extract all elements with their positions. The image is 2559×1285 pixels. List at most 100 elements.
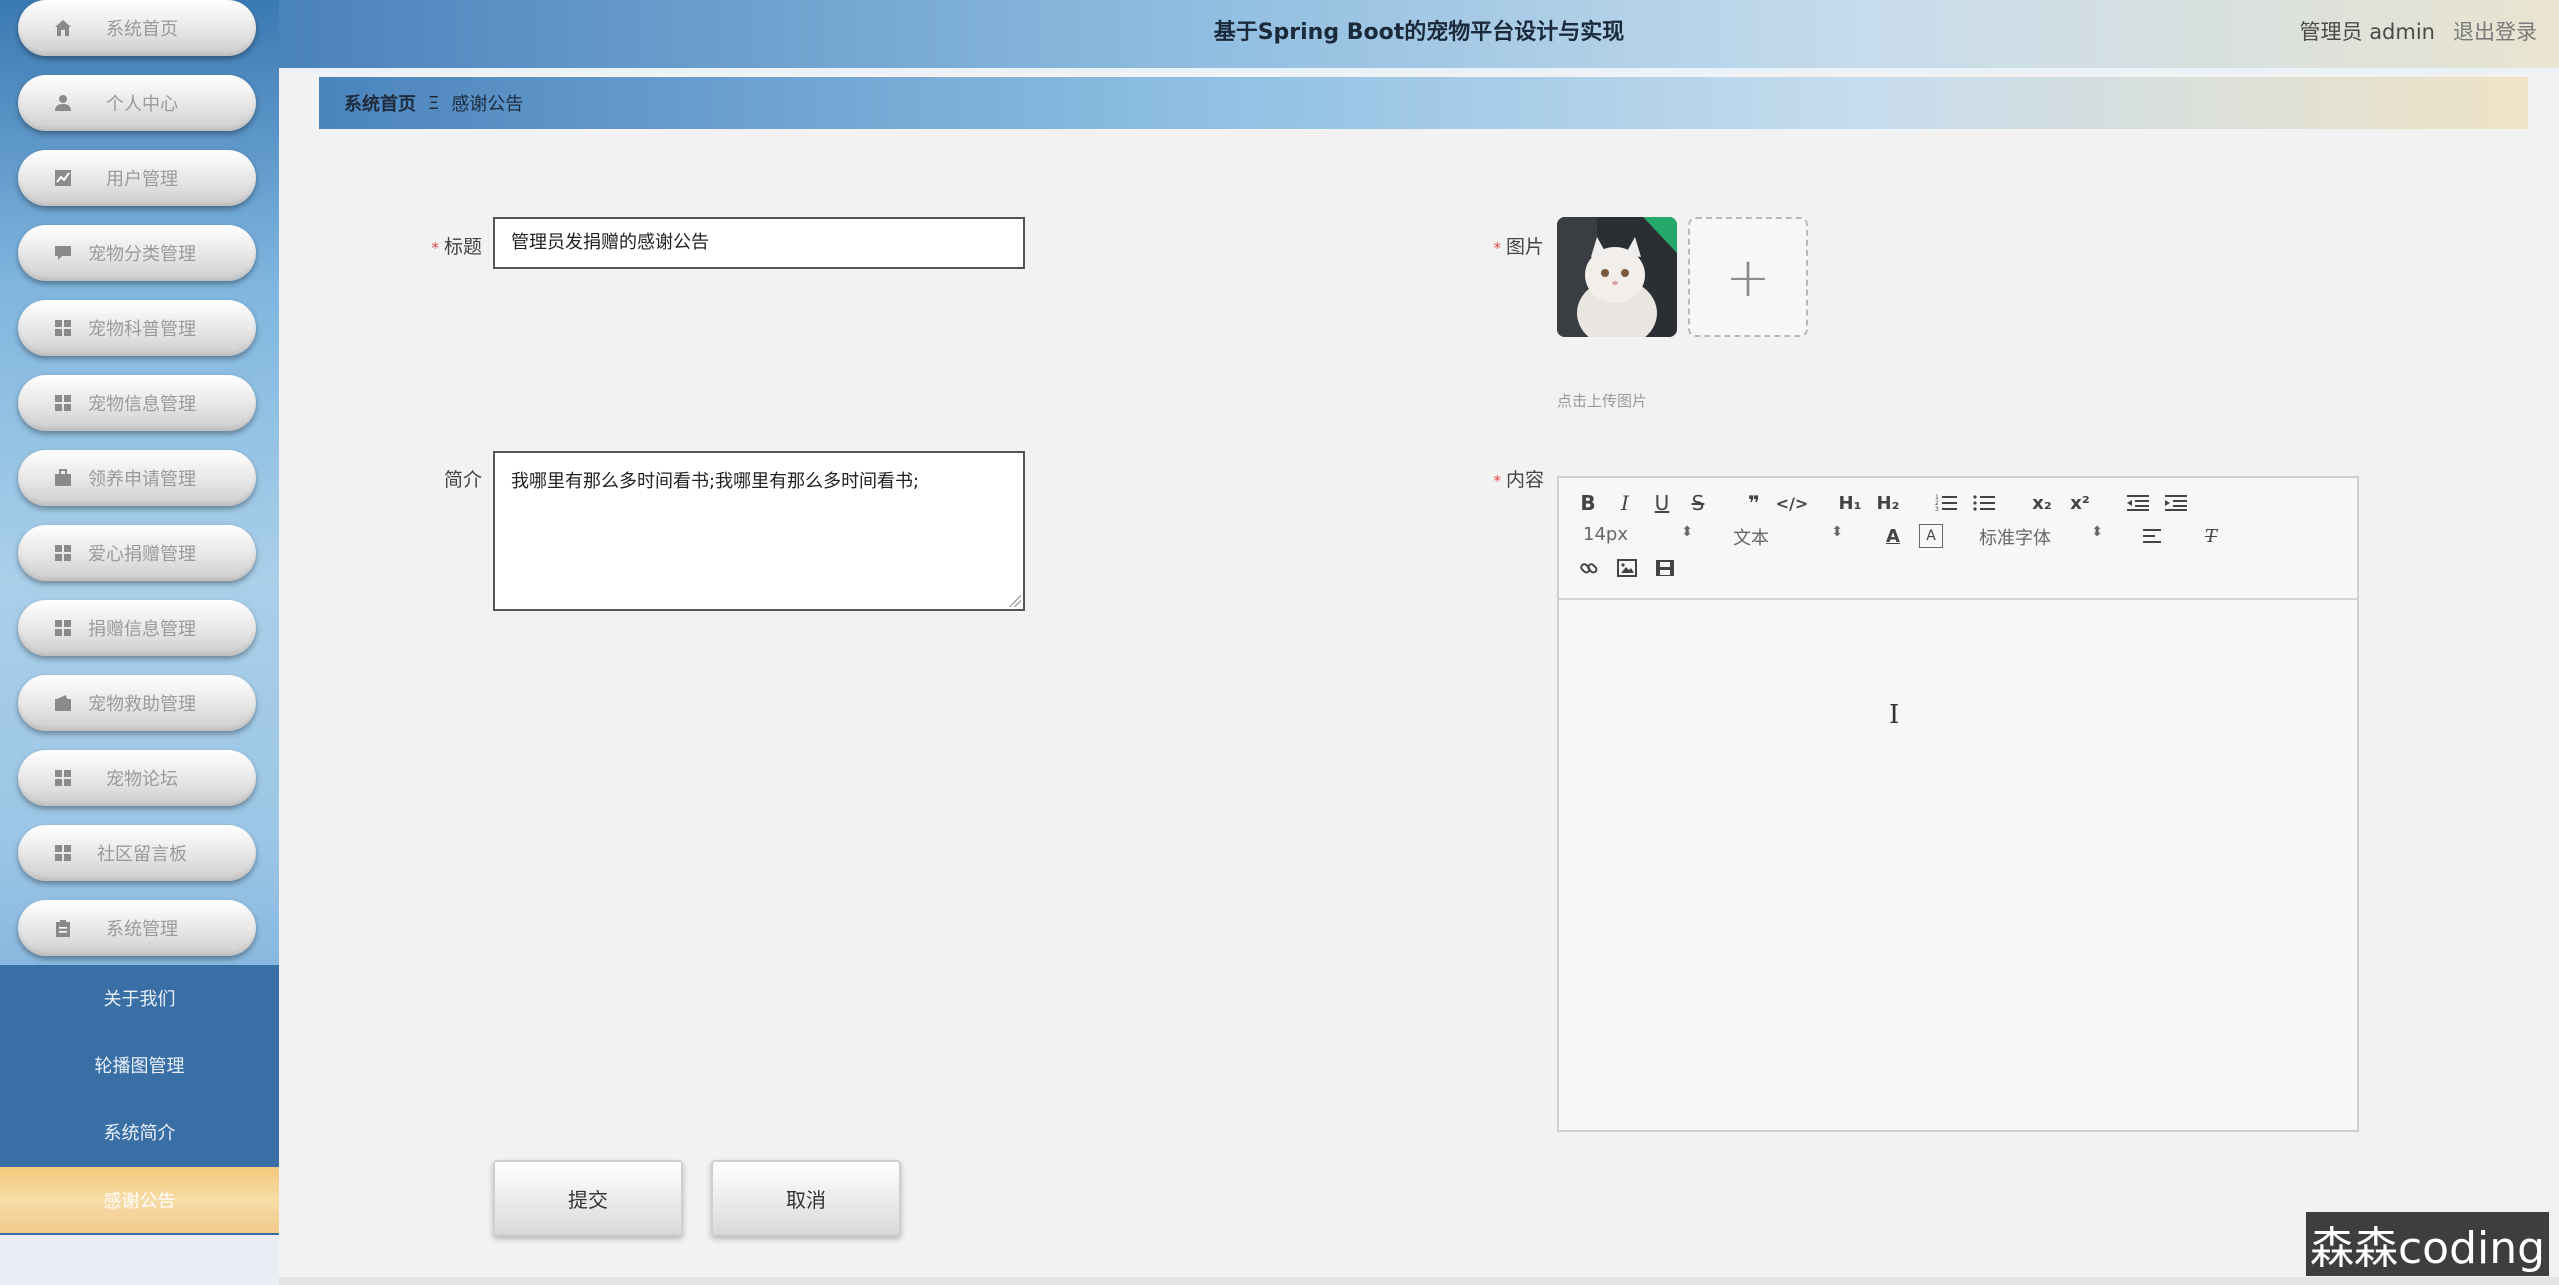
wallet-icon [53, 693, 73, 713]
select-arrows-icon: ⬍ [1681, 524, 1693, 540]
submit-button[interactable]: 提交 [493, 1160, 683, 1236]
current-user: 管理员 admin [2299, 20, 2435, 44]
system-submenu: 关于我们 轮播图管理 系统简介 感谢公告 [0, 965, 279, 1235]
font-size-select[interactable]: 14px ⬍ [1583, 524, 1693, 548]
content-label-text: 内容 [1505, 469, 1544, 491]
breadcrumb-separator: Ξ [428, 92, 440, 114]
chart-icon [53, 168, 73, 188]
select-arrows-icon: ⬍ [2091, 524, 2103, 540]
subscript-icon[interactable]: x₂ [2029, 490, 2055, 516]
top-header: 基于Spring Boot的宠物平台设计与实现 管理员 admin 退出登录 [279, 0, 2559, 70]
bullet-list-icon[interactable] [1971, 490, 1997, 516]
breadcrumb: 系统首页 Ξ 感谢公告 [319, 77, 2528, 129]
text-cursor-icon: I [1889, 700, 1900, 730]
submenu-item-thanks[interactable]: 感谢公告 [0, 1167, 279, 1233]
upload-tip: 点击上传图片 [1557, 392, 1648, 410]
clipboard-icon [53, 918, 73, 938]
title-label: * 标题 [420, 232, 482, 259]
grid-icon [53, 393, 73, 413]
sidebar-item[interactable]: 宠物救助管理 [18, 675, 256, 731]
uploaded-image-thumbnail[interactable] [1557, 217, 1677, 337]
grid-icon [53, 768, 73, 788]
sidebar-item[interactable]: 宠物论坛 [18, 750, 256, 806]
logout-link[interactable]: 退出登录 [2453, 16, 2537, 46]
sidebar-item[interactable]: 系统管理 [18, 900, 256, 956]
strikethrough-icon[interactable]: S [1687, 490, 1709, 516]
font-size-value: 14px [1583, 524, 1628, 545]
indent-icon[interactable] [2163, 490, 2189, 516]
grid-icon [53, 843, 73, 863]
submenu-item-about[interactable]: 关于我们 [0, 965, 279, 1031]
rich-text-editor: B I U S ❞ </> H₁ H₂ 123 x₂ x² 14px ⬍ 文本 ⬍ … [1557, 476, 2359, 1132]
grid-icon [53, 543, 73, 563]
align-icon[interactable] [2141, 524, 2165, 548]
watermark: 森森coding [2306, 1212, 2549, 1276]
font-family-value: 标准字体 [1979, 528, 2051, 549]
blockquote-icon[interactable]: ❞ [1743, 490, 1765, 516]
intro-label: 简介 [420, 465, 482, 492]
title-input[interactable]: 管理员发捐赠的感谢公告 [493, 217, 1025, 269]
ordered-list-icon[interactable]: 123 [1933, 490, 1959, 516]
image-label: * 图片 [1478, 232, 1544, 259]
header-divider [279, 68, 2559, 73]
title-label-text: 标题 [443, 236, 482, 258]
editor-toolbar: B I U S ❞ </> H₁ H₂ 123 x₂ x² 14px ⬍ 文本 ⬍ … [1559, 478, 2357, 600]
chat-icon [53, 243, 73, 263]
font-color-icon[interactable]: A [1881, 524, 1905, 548]
required-mark: * [1493, 472, 1501, 490]
svg-text:3: 3 [1935, 506, 1939, 513]
submenu-item-carousel[interactable]: 轮播图管理 [0, 1032, 279, 1098]
cancel-button[interactable]: 取消 [711, 1160, 901, 1236]
sidebar-footer [0, 1235, 279, 1285]
heading-1-icon[interactable]: H₁ [1837, 490, 1863, 516]
sidebar-item[interactable]: 社区留言板 [18, 825, 256, 881]
header-type-select[interactable]: 文本 ⬍ [1733, 524, 1843, 549]
outdent-icon[interactable] [2125, 490, 2151, 516]
home-icon [53, 18, 73, 38]
sidebar-item[interactable]: 爱心捐赠管理 [18, 525, 256, 581]
intro-text: 我哪里有那么多时间看书;我哪里有那么多时间看书; [511, 471, 920, 492]
sidebar-item[interactable]: 宠物信息管理 [18, 375, 256, 431]
editor-content-area[interactable]: I [1559, 600, 2357, 1130]
code-block-icon[interactable]: </> [1776, 490, 1809, 516]
sidebar-item[interactable]: 捐赠信息管理 [18, 600, 256, 656]
submenu-item-intro[interactable]: 系统简介 [0, 1099, 279, 1165]
header-type-value: 文本 [1733, 528, 1769, 549]
underline-icon[interactable]: U [1651, 490, 1673, 516]
video-icon[interactable] [1653, 556, 1677, 580]
superscript-icon[interactable]: x² [2067, 490, 2093, 516]
link-icon[interactable] [1577, 556, 1601, 580]
intro-label-text: 简介 [443, 469, 482, 491]
sidebar-item[interactable]: 用户管理 [18, 150, 256, 206]
breadcrumb-home[interactable]: 系统首页 [344, 90, 416, 116]
content-label: * 内容 [1478, 465, 1544, 492]
italic-icon[interactable]: I [1614, 490, 1636, 516]
app-title: 基于Spring Boot的宠物平台设计与实现 [1213, 20, 1625, 45]
sidebar-item[interactable]: 系统首页 [18, 0, 256, 56]
plus-icon: + [1725, 245, 1771, 309]
grid-icon [53, 618, 73, 638]
breadcrumb-current: 感谢公告 [451, 94, 524, 115]
image-icon[interactable] [1615, 556, 1639, 580]
image-label-text: 图片 [1505, 236, 1544, 258]
cat-photo [1557, 217, 1677, 337]
required-mark: * [431, 239, 439, 257]
sidebar-item[interactable]: 宠物分类管理 [18, 225, 256, 281]
sidebar-item[interactable]: 个人中心 [18, 75, 256, 131]
resize-handle-icon[interactable] [1009, 595, 1021, 607]
grid-icon [53, 318, 73, 338]
user-icon [53, 93, 73, 113]
select-arrows-icon: ⬍ [1831, 524, 1843, 540]
background-color-icon[interactable]: A [1919, 524, 1943, 548]
sidebar-item[interactable]: 宠物科普管理 [18, 300, 256, 356]
sidebar: 系统首页个人中心用户管理宠物分类管理 宠物科普管理 宠物信息管理 领养申请管理 爱心捐赠… [0, 0, 279, 1285]
bold-icon[interactable]: B [1577, 490, 1599, 516]
heading-2-icon[interactable]: H₂ [1875, 490, 1901, 516]
intro-textarea[interactable]: 我哪里有那么多时间看书;我哪里有那么多时间看书; [493, 451, 1025, 611]
briefcase-icon [53, 468, 73, 488]
required-mark: * [1493, 239, 1501, 257]
add-image-button[interactable]: + [1688, 217, 1808, 337]
font-family-select[interactable]: 标准字体 ⬍ [1979, 524, 2103, 549]
clear-format-icon[interactable]: T [2199, 524, 2223, 548]
sidebar-item[interactable]: 领养申请管理 [18, 450, 256, 506]
